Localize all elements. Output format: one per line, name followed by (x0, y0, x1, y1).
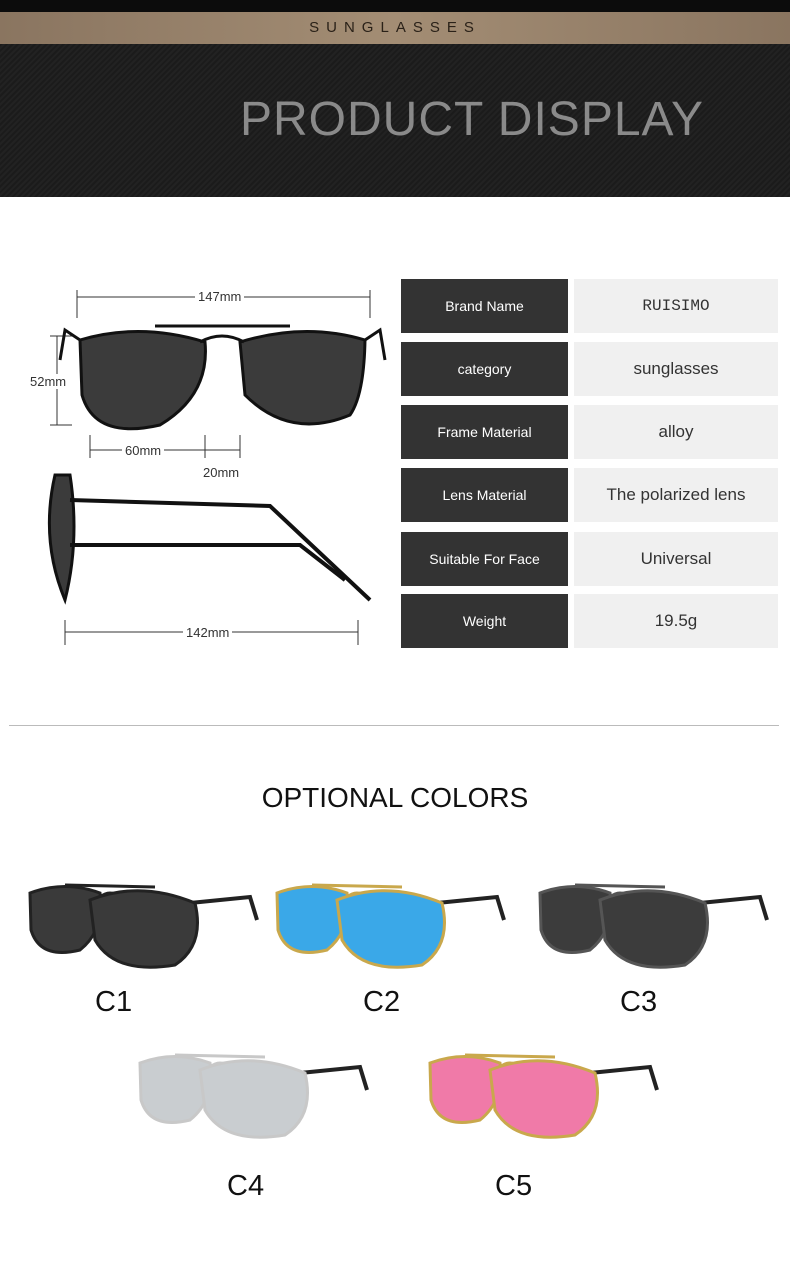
dim-temple-length: 142mm (183, 625, 233, 640)
sunglasses-c1 (28, 883, 259, 969)
color-label: C5 (495, 1170, 533, 1202)
color-label: C1 (95, 986, 133, 1018)
spec-value: The polarized lens (574, 468, 778, 522)
spec-label: Brand Name (401, 279, 568, 333)
dim-lens-width: 60mm (122, 443, 165, 458)
spec-row: Brand Name RUISIMO (401, 279, 778, 333)
spec-row: Weight 19.5g (401, 594, 778, 648)
spec-row: Frame Material alloy (401, 405, 778, 459)
section-divider (9, 725, 779, 726)
sunglasses-c5 (428, 1053, 659, 1139)
color-label: C3 (620, 986, 658, 1018)
spec-row: Suitable For Face Universal (401, 532, 778, 586)
dim-total-width: 147mm (195, 289, 245, 304)
sunglasses-c3 (538, 883, 769, 969)
spec-row: Lens Material The polarized lens (401, 468, 778, 522)
spec-label: Lens Material (401, 468, 568, 522)
spec-value: sunglasses (574, 342, 778, 396)
color-label: C4 (227, 1170, 265, 1202)
spec-label: Frame Material (401, 405, 568, 459)
color-label: C2 (363, 986, 401, 1018)
sunglasses-c2 (275, 883, 506, 969)
sunglasses-c4 (138, 1053, 369, 1139)
spec-value: RUISIMO (574, 279, 778, 333)
spec-value: 19.5g (574, 594, 778, 648)
dim-height: 52mm (27, 374, 70, 389)
front-view-diagram (47, 290, 387, 645)
spec-row: category sunglasses (401, 342, 778, 396)
optional-colors-title: OPTIONAL COLORS (261, 782, 529, 813)
spec-value: alloy (574, 405, 778, 459)
spec-label: Suitable For Face (401, 532, 568, 586)
spec-label: Weight (401, 594, 568, 648)
spec-label: category (401, 342, 568, 396)
dim-bridge: 20mm (200, 465, 243, 480)
spec-value: Universal (574, 532, 778, 586)
